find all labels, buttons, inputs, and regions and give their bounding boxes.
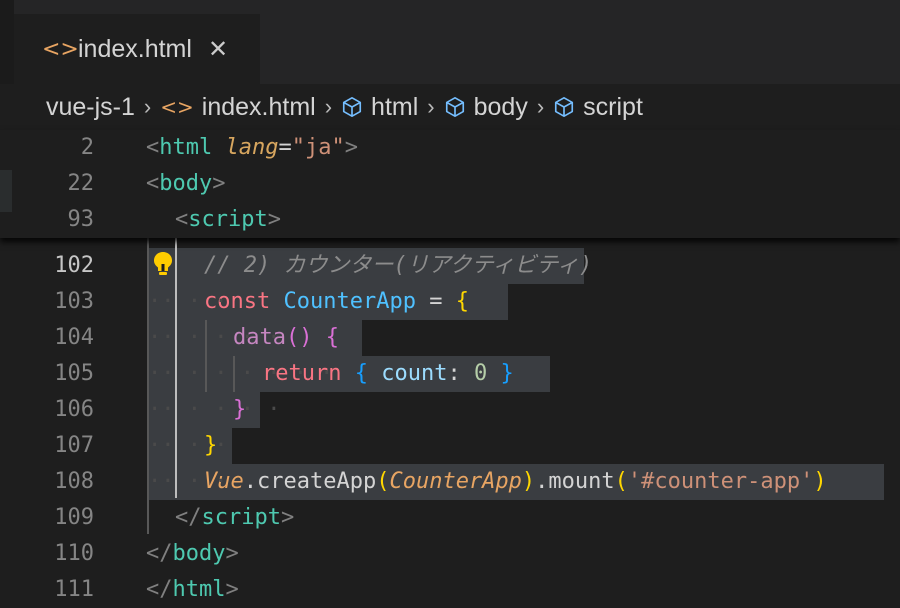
code-line[interactable]: 109 </script> xyxy=(0,500,900,536)
tab-index-html[interactable]: <> index.html ✕ xyxy=(14,14,260,86)
tab-bar: <> index.html ✕ xyxy=(0,0,900,86)
chevron-right-icon: › xyxy=(536,94,545,119)
breadcrumb: vue-js-1 › <> index.html › html › body ›… xyxy=(0,84,900,130)
line-number: 106 xyxy=(54,397,94,422)
whitespace-markers: ·· · · xyxy=(148,469,228,494)
code-editor[interactable]: 2 <html lang="ja"> 22 <body> 93 <script>… xyxy=(0,130,900,604)
code-text: </script> xyxy=(175,505,295,530)
line-number: 109 xyxy=(54,505,94,530)
tab-bar-edge xyxy=(0,0,14,84)
indent-guide xyxy=(147,238,149,534)
breadcrumb-item-script[interactable]: script xyxy=(553,93,643,122)
code-line[interactable]: 110 </body> xyxy=(0,536,900,572)
symbol-cube-icon xyxy=(445,97,464,117)
line-number: 105 xyxy=(54,361,94,386)
code-text: <script> xyxy=(175,207,281,232)
code-line[interactable]: 105 return { count: 0 } xyxy=(0,356,900,392)
code-comment: // 2) カウンター(リアクティビティ) xyxy=(204,253,593,278)
line-number: 104 xyxy=(54,325,94,350)
chevron-right-icon: › xyxy=(324,94,333,119)
breadcrumb-item-file[interactable]: <> index.html xyxy=(160,93,315,122)
line-number: 2 xyxy=(80,135,94,160)
line-number: 102 xyxy=(54,253,94,278)
line-number: 107 xyxy=(54,433,94,458)
line-number: 103 xyxy=(54,289,94,314)
indent-guide xyxy=(205,320,207,392)
close-icon[interactable]: ✕ xyxy=(208,35,228,63)
line-number: 110 xyxy=(54,541,94,566)
code-brackets-icon: <> xyxy=(42,36,79,62)
line-number: 93 xyxy=(67,207,95,232)
lightbulb-icon[interactable] xyxy=(151,250,175,278)
line-number: 111 xyxy=(54,577,94,602)
code-brackets-icon: <> xyxy=(160,95,194,119)
code-line[interactable]: 107 } xyxy=(0,428,900,464)
code-line[interactable]: 111 </html> xyxy=(0,572,900,608)
indent-guide xyxy=(233,356,235,392)
sticky-scroll-header[interactable]: 2 <html lang="ja"> 22 <body> 93 <script> xyxy=(0,130,900,238)
indent-guide-active xyxy=(175,238,177,498)
code-line[interactable]: 103 const CounterApp = { xyxy=(0,284,900,320)
line-number: 108 xyxy=(54,469,94,494)
code-text: <html lang="ja"> xyxy=(146,135,358,160)
code-text: <body> xyxy=(146,171,226,196)
sticky-line[interactable]: 93 <script> xyxy=(0,202,900,238)
whitespace-markers: ·· · · · · xyxy=(148,325,281,350)
line-number: 22 xyxy=(67,171,95,196)
symbol-cube-icon xyxy=(342,97,362,117)
code-text: Vue.createApp(CounterApp).mount('#counte… xyxy=(204,469,827,494)
whitespace-markers: ·· · · xyxy=(148,289,228,314)
code-text: </body> xyxy=(146,541,239,566)
code-text: const CounterApp = { xyxy=(204,289,469,314)
editor-left-strip-highlight xyxy=(0,170,12,212)
sticky-line[interactable]: 22 <body> xyxy=(0,166,900,202)
breadcrumb-item-body[interactable]: body xyxy=(444,93,528,122)
whitespace-markers: ·· · · xyxy=(148,433,228,458)
breadcrumb-item-html[interactable]: html xyxy=(341,93,418,122)
code-line[interactable]: 106 } xyxy=(0,392,900,428)
chevron-right-icon: › xyxy=(427,94,435,119)
tab-label: index.html xyxy=(78,34,192,63)
sticky-line[interactable]: 2 <html lang="ja"> xyxy=(0,130,900,166)
code-line[interactable]: 104 data() { xyxy=(0,320,900,356)
code-line[interactable]: 108 Vue.createApp(CounterApp).mount('#co… xyxy=(0,464,900,500)
symbol-cube-icon xyxy=(555,97,574,117)
code-text: </html> xyxy=(146,577,239,602)
breadcrumb-item-folder[interactable]: vue-js-1 xyxy=(46,93,135,122)
code-line[interactable]: 102 // 2) カウンター(リアクティビティ) xyxy=(0,248,900,284)
whitespace-markers: ·· · · · · xyxy=(148,397,281,422)
chevron-right-icon: › xyxy=(143,94,152,119)
